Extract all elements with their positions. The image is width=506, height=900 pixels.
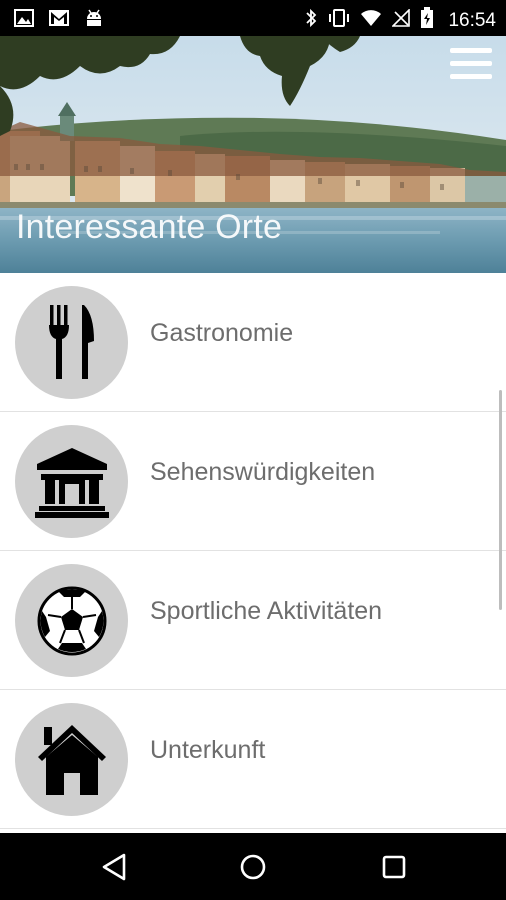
list-item-label: Sportliche Aktivitäten	[150, 597, 383, 625]
back-icon[interactable]	[96, 849, 132, 885]
battery-charging-icon	[420, 7, 434, 34]
header-banner: Interessante Orte	[0, 36, 506, 273]
gastronomy-circle	[15, 286, 128, 399]
home-icon[interactable]	[235, 849, 271, 885]
hamburger-menu-icon[interactable]	[450, 48, 494, 84]
sport-circle	[15, 564, 128, 677]
navigation-bar	[0, 833, 506, 900]
page-title: Interessante Orte	[16, 208, 283, 246]
status-bar: 16:54	[0, 0, 506, 36]
vibrate-icon	[328, 8, 350, 33]
no-signal-icon	[391, 8, 411, 32]
gmail-icon	[48, 9, 70, 32]
list-item-sehenswuerdigkeiten[interactable]: Sehenswürdigkeiten	[0, 412, 506, 551]
museum-building-icon	[34, 447, 109, 518]
list-item-label: Unterkunft	[150, 736, 266, 764]
list-item-sport[interactable]: Sportliche Aktivitäten	[0, 551, 506, 690]
category-list: Gastronomie Sehenswürdigkeiten Sportlich…	[0, 273, 506, 833]
accommodation-circle	[15, 703, 128, 816]
clock: 16:54	[448, 9, 496, 31]
sights-circle	[15, 425, 128, 538]
house-icon	[37, 724, 106, 795]
list-item-label: Gastronomie	[150, 319, 294, 347]
recents-icon[interactable]	[376, 849, 412, 885]
scrollbar[interactable]	[499, 390, 502, 610]
image-icon	[14, 9, 34, 32]
wifi-icon	[360, 9, 382, 32]
list-item-label: Sehenswürdigkeiten	[150, 458, 376, 486]
bluetooth-icon	[304, 8, 318, 33]
fork-knife-icon	[48, 304, 94, 379]
soccer-ball-icon	[37, 586, 106, 655]
list-item-unterkunft[interactable]: Unterkunft	[0, 690, 506, 829]
list-item-gastronomie[interactable]: Gastronomie	[0, 273, 506, 412]
android-icon	[84, 8, 104, 33]
